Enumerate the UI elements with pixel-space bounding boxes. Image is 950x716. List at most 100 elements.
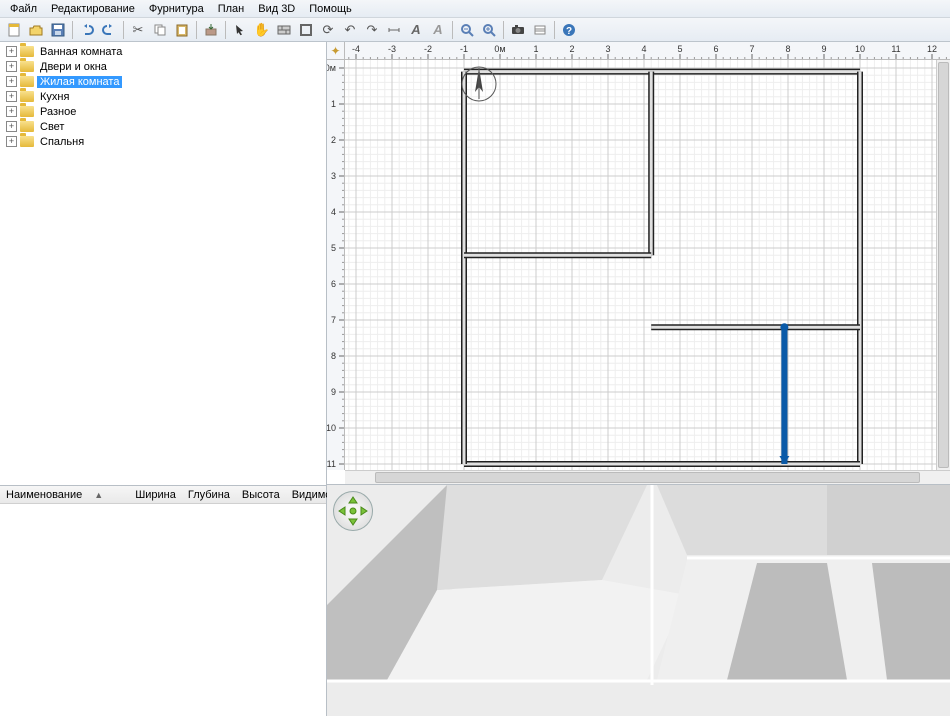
folder-icon	[20, 61, 34, 72]
svg-text:9: 9	[821, 44, 826, 54]
menu-edit[interactable]: Редактирование	[45, 2, 141, 16]
pan-hand-icon[interactable]: ✋	[252, 20, 272, 40]
scrollbar-horizontal[interactable]	[345, 470, 950, 484]
3d-scene	[327, 485, 950, 716]
svg-text:-3: -3	[388, 44, 396, 54]
undo-icon[interactable]	[77, 20, 97, 40]
folder-icon	[20, 76, 34, 87]
copy-icon[interactable]	[150, 20, 170, 40]
redo-icon[interactable]	[99, 20, 119, 40]
expand-icon[interactable]: +	[6, 46, 17, 57]
3d-view[interactable]	[327, 485, 950, 716]
dimension-icon[interactable]	[384, 20, 404, 40]
tree-item-selected[interactable]: +Жилая комната	[2, 74, 324, 89]
svg-text:1: 1	[331, 99, 336, 109]
svg-text:1: 1	[533, 44, 538, 54]
svg-text:4: 4	[331, 207, 336, 217]
new-file-icon[interactable]	[4, 20, 24, 40]
plan-canvas[interactable]	[345, 60, 936, 470]
expand-icon[interactable]: +	[6, 91, 17, 102]
furniture-properties-table: Наименование▲ Ширина Глубина Высота Види…	[0, 485, 326, 716]
svg-text:7: 7	[331, 315, 336, 325]
prefs-icon[interactable]	[530, 20, 550, 40]
svg-text:8: 8	[331, 351, 336, 361]
svg-text:0м: 0м	[494, 44, 505, 54]
expand-icon[interactable]: +	[6, 106, 17, 117]
text-icon[interactable]: A	[406, 20, 426, 40]
toolbar: ✂ ✋ ⟳ ↶ ↷ A A ?	[0, 18, 950, 42]
paste-icon[interactable]	[172, 20, 192, 40]
zoom-in-icon[interactable]	[479, 20, 499, 40]
text2-icon[interactable]: A	[428, 20, 448, 40]
tree-item[interactable]: +Кухня	[2, 89, 324, 104]
svg-text:2: 2	[331, 135, 336, 145]
svg-text:12: 12	[927, 44, 937, 54]
menu-plan[interactable]: План	[212, 2, 251, 16]
svg-text:11: 11	[327, 459, 336, 469]
plan-view[interactable]: ✦ -5-4-3-2-10м123456789101112 0м12345678…	[327, 42, 950, 485]
menu-help[interactable]: Помощь	[303, 2, 358, 16]
svg-text:10: 10	[855, 44, 865, 54]
col-name[interactable]: Наименование	[0, 489, 88, 501]
tree-item[interactable]: +Спальня	[2, 134, 324, 149]
folder-icon	[20, 106, 34, 117]
svg-text:5: 5	[677, 44, 682, 54]
ruler-horizontal: -5-4-3-2-10м123456789101112	[345, 42, 950, 60]
svg-text:-2: -2	[424, 44, 432, 54]
menu-file[interactable]: Файл	[4, 2, 43, 16]
expand-icon[interactable]: +	[6, 61, 17, 72]
folder-icon	[20, 46, 34, 57]
svg-text:3: 3	[605, 44, 610, 54]
help-icon[interactable]: ?	[559, 20, 579, 40]
tree-item[interactable]: +Свет	[2, 119, 324, 134]
import-furniture-icon[interactable]	[201, 20, 221, 40]
folder-icon	[20, 136, 34, 147]
svg-text:3: 3	[331, 171, 336, 181]
sort-asc-icon: ▲	[88, 490, 109, 500]
open-icon[interactable]	[26, 20, 46, 40]
svg-text:11: 11	[891, 44, 900, 54]
cut-icon[interactable]: ✂	[128, 20, 148, 40]
svg-text:6: 6	[713, 44, 718, 54]
ruler-vertical: 0м123456789101112	[327, 60, 345, 470]
menu-furniture[interactable]: Фурнитура	[143, 2, 210, 16]
scrollbar-thumb[interactable]	[375, 472, 920, 483]
expand-icon[interactable]: +	[6, 136, 17, 147]
svg-text:10: 10	[327, 423, 336, 433]
col-width[interactable]: Ширина	[129, 489, 182, 501]
expand-icon[interactable]: +	[6, 76, 17, 87]
scrollbar-thumb[interactable]	[938, 62, 949, 468]
rotate-left-icon[interactable]: ↶	[340, 20, 360, 40]
col-height[interactable]: Высота	[236, 489, 286, 501]
svg-text:-1: -1	[460, 44, 468, 54]
menu-view3d[interactable]: Вид 3D	[252, 2, 301, 16]
svg-text:2: 2	[569, 44, 574, 54]
svg-text:7: 7	[749, 44, 754, 54]
svg-text:5: 5	[331, 243, 336, 253]
folder-icon	[20, 121, 34, 132]
select-arrow-icon[interactable]	[230, 20, 250, 40]
svg-text:4: 4	[641, 44, 646, 54]
scrollbar-vertical[interactable]	[936, 60, 950, 470]
svg-text:0м: 0м	[327, 63, 336, 73]
tree-item[interactable]: +Разное	[2, 104, 324, 119]
plan-origin-icon[interactable]: ✦	[327, 42, 345, 60]
tree-item[interactable]: +Ванная комната	[2, 44, 324, 59]
expand-icon[interactable]: +	[6, 121, 17, 132]
col-depth[interactable]: Глубина	[182, 489, 236, 501]
save-icon[interactable]	[48, 20, 68, 40]
svg-text:?: ?	[566, 26, 572, 37]
tree-item[interactable]: +Двери и окна	[2, 59, 324, 74]
refresh-icon[interactable]: ⟳	[318, 20, 338, 40]
3d-navigate-icon[interactable]	[333, 491, 373, 531]
zoom-out-icon[interactable]	[457, 20, 477, 40]
camera-icon[interactable]	[508, 20, 528, 40]
menubar: Файл Редактирование Фурнитура План Вид 3…	[0, 0, 950, 18]
rotate-right-icon[interactable]: ↷	[362, 20, 382, 40]
room-icon[interactable]	[296, 20, 316, 40]
svg-text:9: 9	[331, 387, 336, 397]
folder-icon	[20, 91, 34, 102]
table-header[interactable]: Наименование▲ Ширина Глубина Высота Види…	[0, 486, 326, 504]
wall-icon[interactable]	[274, 20, 294, 40]
furniture-tree[interactable]: +Ванная комната +Двери и окна +Жилая ком…	[0, 42, 326, 485]
